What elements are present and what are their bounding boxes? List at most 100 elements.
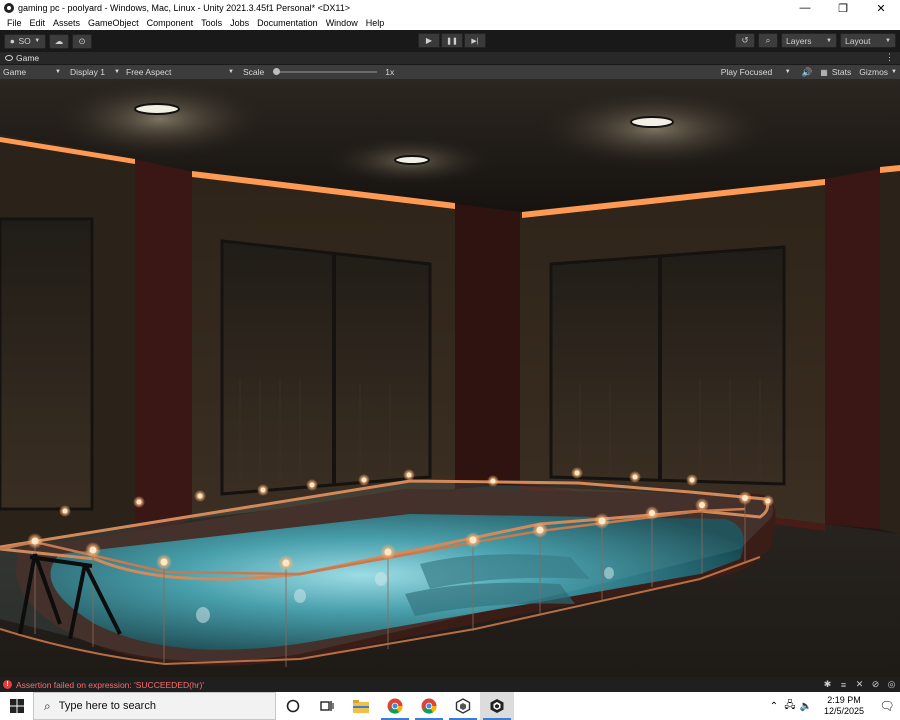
account-dropdown[interactable]: ● SO ▼ xyxy=(4,33,46,49)
cloud-icon: ☁ xyxy=(54,35,64,46)
chrome-button-2[interactable] xyxy=(412,692,446,720)
status-message[interactable]: Assertion failed on expression: 'SUCCEED… xyxy=(16,680,204,690)
unity-editor-button[interactable] xyxy=(480,692,514,720)
bug-icon[interactable]: ✱ xyxy=(822,679,833,690)
stats-toggle[interactable]: Stats xyxy=(832,67,851,77)
menu-file[interactable]: File xyxy=(3,18,26,28)
step-button[interactable]: ▶| xyxy=(464,33,486,48)
menu-gameobject[interactable]: GameObject xyxy=(84,18,143,28)
system-tray: ⌃ 🖧 🔈 2:19 PM 12/5/2025 🗨 xyxy=(766,692,900,720)
tools-icon[interactable]: ✕ xyxy=(854,679,865,690)
chevron-up-icon[interactable]: ⌃ xyxy=(766,701,782,712)
layout-dropdown[interactable]: Layout ▼ xyxy=(840,33,896,48)
display-dropdown[interactable]: Display 1 ▼ xyxy=(67,65,123,79)
menu-assets[interactable]: Assets xyxy=(49,18,84,28)
scale-slider[interactable] xyxy=(273,68,378,75)
maximize-button[interactable]: ❐ xyxy=(824,0,862,16)
play-button[interactable]: ▶ xyxy=(418,33,440,48)
chevron-down-icon: ▼ xyxy=(228,69,234,75)
cache-server-icon[interactable]: ◎ xyxy=(886,679,897,690)
pause-button[interactable]: ❚❚ xyxy=(441,33,463,48)
game-view-toolbar: Game ▼ Display 1 ▼ Free Aspect ▼ Scale 1… xyxy=(0,65,900,79)
close-button[interactable]: ✕ xyxy=(862,0,900,16)
layout-label: Layout xyxy=(845,35,871,46)
scale-value: 1x xyxy=(385,67,395,77)
view-mode-dropdown[interactable]: Game ▼ xyxy=(0,65,64,79)
window-title-bar: gaming pc - poolyard - Windows, Mac, Lin… xyxy=(0,0,900,16)
play-mode-dropdown[interactable]: Play Focused ▼ xyxy=(718,65,794,79)
play-mode-label: Play Focused xyxy=(720,67,773,77)
volume-icon[interactable]: 🔈 xyxy=(798,701,814,712)
gizmos-toggle[interactable]: Gizmos xyxy=(859,67,888,77)
menu-documentation[interactable]: Documentation xyxy=(253,18,322,28)
stats-toggle-icon[interactable]: ▦ xyxy=(820,68,828,77)
layers-label: Layers xyxy=(786,35,812,46)
chevron-down-icon: ▼ xyxy=(826,37,832,44)
chevron-down-icon: ▼ xyxy=(34,38,41,44)
scale-slider-handle[interactable] xyxy=(273,68,281,75)
unity-editor-icon xyxy=(490,699,504,713)
error-icon: ! xyxy=(3,680,12,689)
windows-logo-icon xyxy=(9,699,24,713)
tab-game[interactable]: Game xyxy=(0,53,39,63)
menu-component[interactable]: Component xyxy=(143,18,198,28)
clock-time: 2:19 PM xyxy=(827,695,861,705)
game-tab-bar: Game ⋮ xyxy=(0,52,900,65)
menu-help[interactable]: Help xyxy=(362,18,389,28)
taskbar-search-box[interactable]: ⌕ Type here to search xyxy=(33,692,276,720)
chevron-down-icon[interactable]: ▼ xyxy=(891,69,897,75)
main-toolbar: ● SO ▼ ☁ ⊙ ▶ ❚❚ ▶| ↺ ⌕ Layers ▼ Layout ▼ xyxy=(0,30,900,52)
menu-jobs[interactable]: Jobs xyxy=(226,18,253,28)
minimize-button[interactable]: — xyxy=(786,0,824,16)
cortana-button[interactable] xyxy=(276,692,310,720)
notifications-icon[interactable]: 🗨 xyxy=(874,699,900,713)
history-button[interactable]: ↺ xyxy=(735,33,755,48)
aspect-label: Free Aspect xyxy=(126,67,172,77)
view-mode-label: Game xyxy=(3,67,27,77)
menu-edit[interactable]: Edit xyxy=(26,18,50,28)
chrome-button[interactable] xyxy=(378,692,412,720)
network-icon[interactable]: 🖧 xyxy=(782,698,798,715)
search-icon: ⌕ xyxy=(44,698,51,713)
mute-audio-icon[interactable]: 🔊 xyxy=(802,67,813,78)
aspect-dropdown[interactable]: Free Aspect ▼ xyxy=(123,65,237,79)
display-label: Display 1 xyxy=(70,67,105,77)
clock-date: 12/5/2025 xyxy=(823,706,865,716)
file-explorer-icon xyxy=(353,700,369,713)
game-viewport[interactable] xyxy=(0,79,900,677)
pause-icon: ❚❚ xyxy=(446,37,458,45)
unity-app-icon xyxy=(4,3,14,13)
file-explorer-button[interactable] xyxy=(344,692,378,720)
cortana-icon xyxy=(286,699,300,713)
search-placeholder: Type here to search xyxy=(58,700,156,712)
status-icons: ✱ ≡ ✕ ⊘ ◎ xyxy=(817,679,897,690)
game-toolbar-right: Play Focused ▼ 🔊 ▦ Stats Gizmos ▼ xyxy=(718,65,897,79)
tab-menu-icon[interactable]: ⋮ xyxy=(885,52,894,63)
progress-icon[interactable]: ≡ xyxy=(838,679,849,690)
account-label: SO xyxy=(18,36,31,46)
start-button[interactable] xyxy=(0,692,33,720)
console-status-bar[interactable]: ! Assertion failed on expression: 'SUCCE… xyxy=(0,677,900,692)
collab-icon: ⊙ xyxy=(78,35,86,46)
menu-tools[interactable]: Tools xyxy=(197,18,226,28)
collab-status-icon[interactable]: ⊘ xyxy=(870,679,881,690)
cloud-button[interactable]: ☁ xyxy=(49,33,69,49)
search-button[interactable]: ⌕ xyxy=(758,33,778,48)
task-view-button[interactable] xyxy=(310,692,344,720)
scale-label: Scale xyxy=(243,67,265,77)
chevron-down-icon: ▼ xyxy=(114,69,120,75)
chevron-down-icon: ▼ xyxy=(55,69,61,75)
chrome-icon xyxy=(387,698,403,714)
chrome-icon xyxy=(421,698,437,714)
layers-dropdown[interactable]: Layers ▼ xyxy=(781,33,837,48)
scale-control: Scale 1x xyxy=(243,67,394,77)
task-view-icon xyxy=(320,701,334,711)
unity-hub-icon xyxy=(455,698,471,714)
collab-button[interactable]: ⊙ xyxy=(72,33,92,49)
game-view-icon xyxy=(5,55,13,61)
clock[interactable]: 2:19 PM 12/5/2025 xyxy=(818,695,870,717)
play-controls: ▶ ❚❚ ▶| xyxy=(417,33,486,48)
menu-window[interactable]: Window xyxy=(322,18,362,28)
unity-hub-button[interactable] xyxy=(446,692,480,720)
chevron-down-icon: ▼ xyxy=(784,69,791,75)
